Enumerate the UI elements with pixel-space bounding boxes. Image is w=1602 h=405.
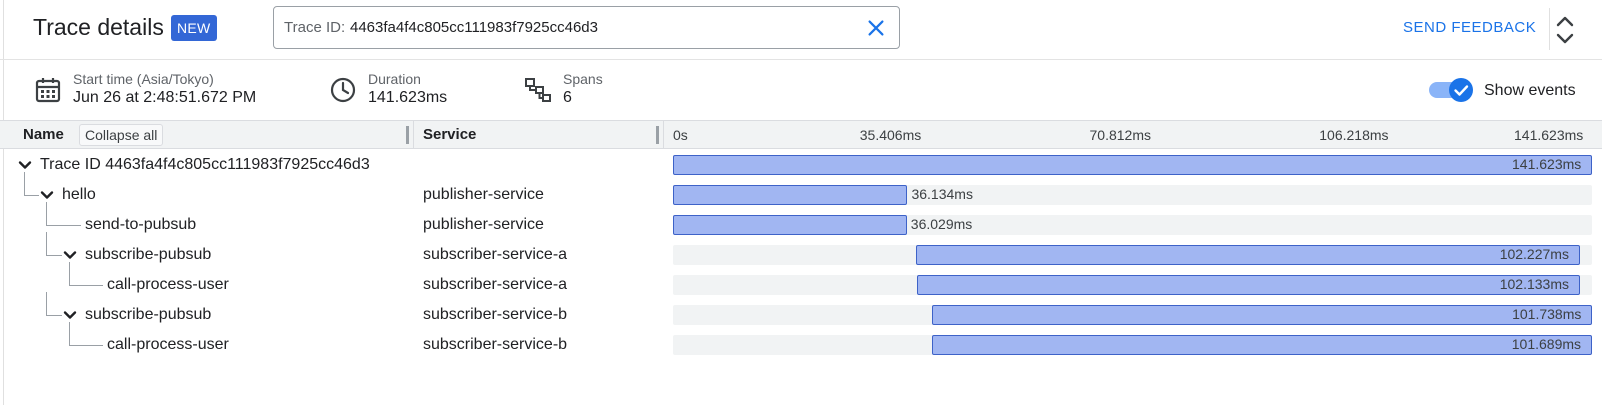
span-bar[interactable] xyxy=(673,215,907,235)
timeline-tick-label: 0s xyxy=(673,127,688,143)
span-name: call-process-user xyxy=(107,336,229,353)
timeline-tick-label: 35.406ms xyxy=(859,127,922,143)
tree-connector xyxy=(69,262,70,285)
span-bar[interactable] xyxy=(931,335,1592,355)
span-service: subscriber-service-b xyxy=(423,306,568,323)
trace-id-search-field[interactable]: Trace ID: 4463fa4f4c805cc111983f7925cc46… xyxy=(273,6,900,49)
tree-connector xyxy=(69,345,103,346)
close-icon[interactable] xyxy=(865,17,887,39)
span-name: call-process-user xyxy=(107,276,229,293)
span-bar[interactable] xyxy=(916,275,1580,295)
span-duration-label: 101.689ms xyxy=(1511,336,1582,352)
toggle-knob xyxy=(1449,78,1473,102)
chevron-down-icon[interactable] xyxy=(62,307,78,323)
span-name: send-to-pubsub xyxy=(85,216,197,233)
new-badge: NEW xyxy=(171,15,217,41)
span-bar[interactable] xyxy=(673,155,1592,175)
span-bar-track: 36.029ms xyxy=(673,215,1592,235)
span-duration-label: 36.029ms xyxy=(910,216,973,232)
span-service: subscriber-service-a xyxy=(423,246,568,263)
column-separator xyxy=(663,121,664,148)
table-row[interactable]: subscribe-pubsub subscriber-service-a 102.… xyxy=(0,232,1602,270)
table-row[interactable]: call-process-user subscriber-service-a 102… xyxy=(0,262,1602,300)
tree-connector xyxy=(24,172,25,195)
span-name: subscribe-pubsub xyxy=(85,306,212,323)
name-column-resizer[interactable] xyxy=(406,126,409,144)
check-icon xyxy=(1454,85,1469,96)
tree-connector xyxy=(46,292,47,315)
chevron-down-icon[interactable] xyxy=(39,187,55,203)
expand-collapse-icon[interactable] xyxy=(1553,13,1577,47)
span-tree-icon xyxy=(525,78,551,102)
service-column-resizer[interactable] xyxy=(656,126,659,144)
page-title: Trace details xyxy=(33,14,164,40)
column-separator xyxy=(413,121,414,148)
chevron-down-icon[interactable] xyxy=(62,247,78,263)
span-bar-track: 102.227ms xyxy=(673,245,1592,265)
duration-value: 141.623ms xyxy=(368,89,448,106)
show-events-label: Show events xyxy=(1484,82,1576,99)
duration-label: Duration xyxy=(368,71,421,87)
table-row[interactable]: Trace ID 4463fa4f4c805cc111983f7925cc46d… xyxy=(0,150,1602,180)
tree-connector xyxy=(69,285,103,286)
span-bar-track: 101.738ms xyxy=(673,305,1593,325)
timeline-tick-label: 70.812ms xyxy=(1089,127,1151,143)
tree-connector xyxy=(46,202,47,225)
collapse-all-button[interactable]: Collapse all xyxy=(79,124,164,146)
start-time-label: Start time (Asia/Tokyo) xyxy=(73,71,214,87)
span-name: hello xyxy=(62,186,96,203)
send-feedback-button[interactable]: SEND FEEDBACK xyxy=(1403,19,1536,36)
span-duration-label: 102.227ms xyxy=(1499,246,1569,262)
table-row[interactable]: hello publisher-service 36.134ms xyxy=(0,172,1602,210)
tree-connector xyxy=(24,195,39,196)
table-row[interactable]: subscribe-pubsub subscriber-service-b 101.… xyxy=(0,292,1602,330)
timeline-tick-label: 106.218ms xyxy=(1319,127,1389,143)
name-column-header: Name xyxy=(23,126,64,143)
chevron-down-icon[interactable] xyxy=(17,157,33,173)
show-events-toggle[interactable] xyxy=(1425,78,1473,102)
tree-connector xyxy=(46,315,62,316)
trace-summary: Start time (Asia/Tokyo) Jun 26 at 2:48:5… xyxy=(0,60,1602,118)
calendar-icon xyxy=(35,78,61,103)
table-row[interactable]: call-process-user subscriber-service-b 101… xyxy=(0,322,1602,360)
search-label: Trace ID: xyxy=(284,19,346,36)
span-service: subscriber-service-b xyxy=(423,336,568,353)
span-bar[interactable] xyxy=(673,185,908,205)
span-duration-label: 102.133ms xyxy=(1499,276,1570,292)
span-service: publisher-service xyxy=(423,216,544,233)
clock-icon xyxy=(330,77,356,103)
span-bar-track: 102.133ms xyxy=(673,275,1592,295)
header-divider xyxy=(1549,8,1550,50)
span-bar-track: 141.623ms xyxy=(673,155,1592,175)
spans-label: Spans xyxy=(563,71,603,87)
span-duration-label: 141.623ms xyxy=(1512,156,1582,172)
table-row[interactable]: send-to-pubsub publisher-service 36.029ms xyxy=(0,202,1602,240)
span-duration-label: 101.738ms xyxy=(1512,306,1582,322)
tree-connector xyxy=(69,322,70,345)
span-service: publisher-service xyxy=(423,186,544,203)
tree-connector xyxy=(46,232,47,255)
span-name: Trace ID 4463fa4f4c805cc111983f7925cc46d… xyxy=(40,156,370,173)
start-time-value: Jun 26 at 2:48:51.672 PM xyxy=(73,89,257,106)
span-bar-track: 36.134ms xyxy=(673,185,1592,205)
timeline-tick-label: 141.623ms xyxy=(1514,127,1584,143)
span-bar[interactable] xyxy=(931,305,1593,325)
span-duration-label: 36.134ms xyxy=(911,186,973,202)
tree-connector xyxy=(46,255,62,256)
spans-value: 6 xyxy=(563,89,572,106)
span-table-header: Name Collapse all Service 0s 35.406ms 70.8… xyxy=(0,120,1602,149)
span-name: subscribe-pubsub xyxy=(85,246,212,263)
tree-connector xyxy=(46,225,81,226)
span-service: subscriber-service-a xyxy=(423,276,568,293)
span-bar[interactable] xyxy=(916,245,1580,265)
search-input-value[interactable]: 4463fa4f4c805cc111983f7925cc46d3 xyxy=(350,19,598,36)
span-bar-track: 101.689ms xyxy=(673,335,1592,355)
page-header: Trace details NEW Trace ID: 4463fa4f4c80… xyxy=(0,0,1602,60)
service-column-header: Service xyxy=(423,126,477,143)
